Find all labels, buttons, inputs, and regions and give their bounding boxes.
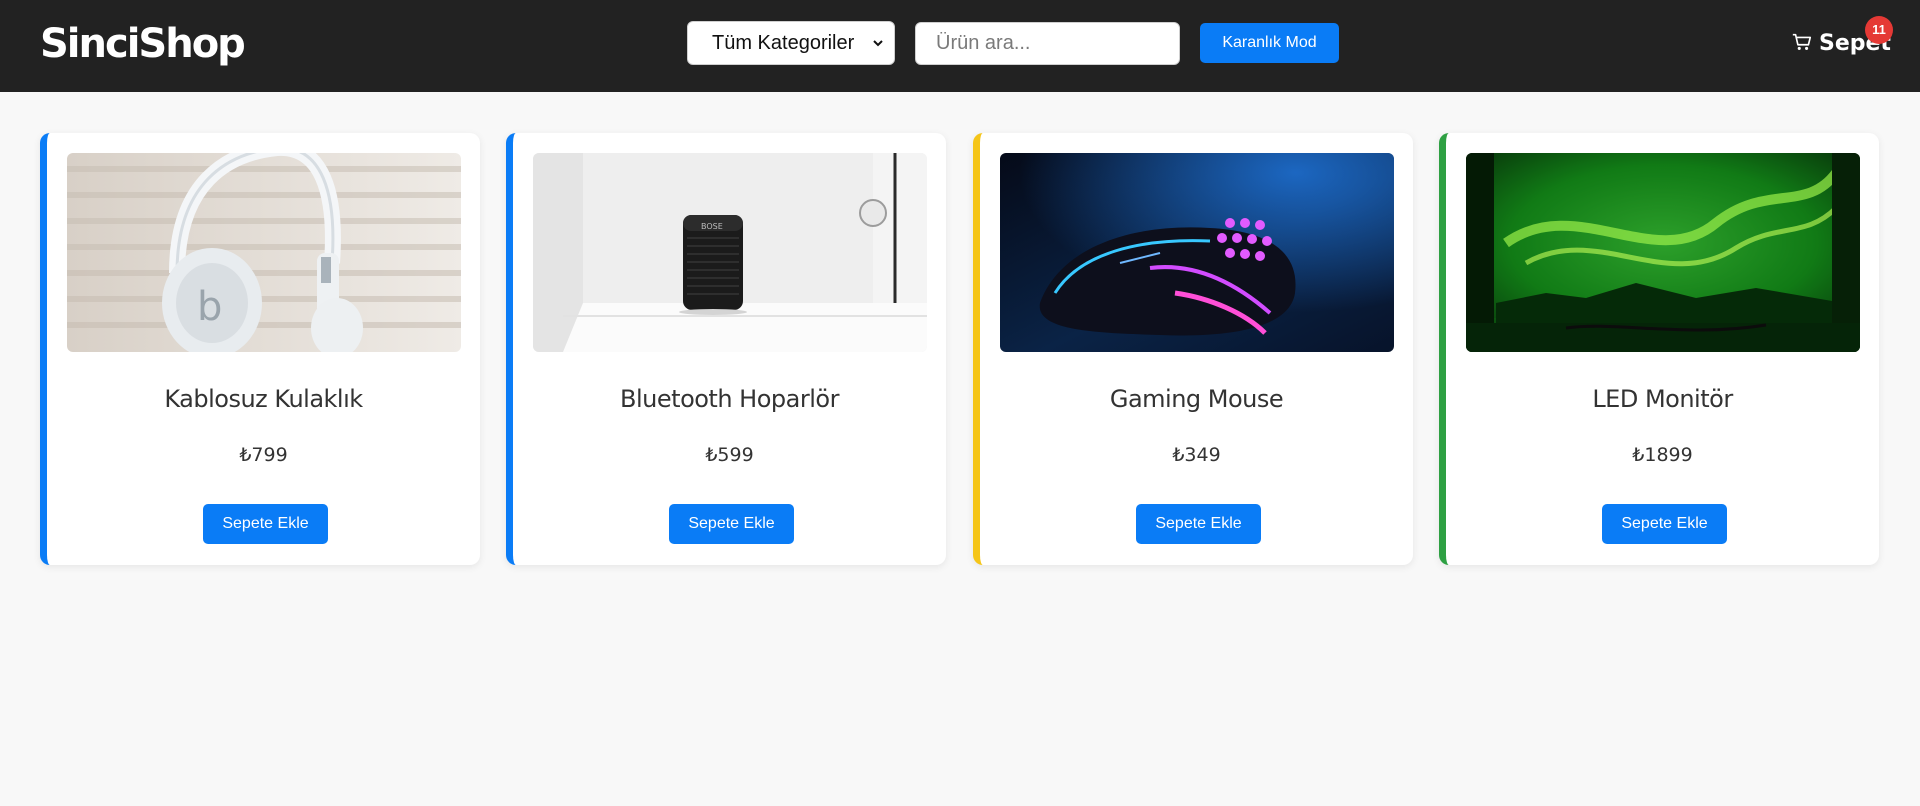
add-to-cart-button[interactable]: Sepete Ekle <box>1602 504 1727 544</box>
speaker-photo: BOSE <box>533 153 927 352</box>
gaming-mouse-photo <box>1000 153 1394 352</box>
category-select-value: Tüm Kategoriler <box>712 32 855 54</box>
product-name: LED Monitör <box>1592 385 1733 413</box>
category-select[interactable]: Tüm Kategoriler <box>687 21 895 65</box>
site-logo[interactable]: SinciShop <box>40 18 246 70</box>
product-name: Gaming Mouse <box>1109 385 1284 413</box>
headphones-photo: b <box>67 153 461 352</box>
product-card: LED Monitör ₺1899 Sepete Ekle <box>1439 133 1879 565</box>
product-image[interactable]: BOSE <box>533 153 927 352</box>
product-name: Bluetooth Hoparlör <box>620 385 839 413</box>
product-name: Kablosuz Kulaklık <box>164 385 363 413</box>
product-price: ₺799 <box>239 444 288 466</box>
shopping-cart-icon <box>1792 33 1812 50</box>
product-image[interactable] <box>1000 153 1394 352</box>
product-price: ₺349 <box>1172 444 1221 466</box>
dark-mode-button[interactable]: Karanlık Mod <box>1200 23 1339 63</box>
svg-text:BOSE: BOSE <box>701 222 723 231</box>
monitor-photo <box>1466 153 1860 352</box>
product-card: BOSE Bluetooth Hoparlör ₺599 Sepete Ekle <box>506 133 946 565</box>
top-navbar: SinciShop Tüm Kategoriler Karanlık Mod S… <box>0 0 1920 92</box>
product-image[interactable] <box>1466 153 1860 352</box>
cart-count-badge: 11 <box>1865 16 1893 44</box>
product-card: Gaming Mouse ₺349 Sepete Ekle <box>973 133 1413 565</box>
product-image[interactable]: b <box>67 153 461 352</box>
svg-text:b: b <box>197 284 222 330</box>
product-card: b Kablosuz Kulaklık ₺799 Sepete Ekle <box>40 133 480 565</box>
search-input[interactable] <box>915 22 1180 65</box>
product-price: ₺599 <box>705 444 754 466</box>
add-to-cart-button[interactable]: Sepete Ekle <box>1136 504 1261 544</box>
product-price: ₺1899 <box>1632 444 1693 466</box>
add-to-cart-button[interactable]: Sepete Ekle <box>669 504 794 544</box>
chevron-down-icon <box>873 40 883 47</box>
product-grid: b Kablosuz Kulaklık ₺799 Sepete Ekle BOS… <box>40 133 1880 565</box>
add-to-cart-button[interactable]: Sepete Ekle <box>203 504 328 544</box>
